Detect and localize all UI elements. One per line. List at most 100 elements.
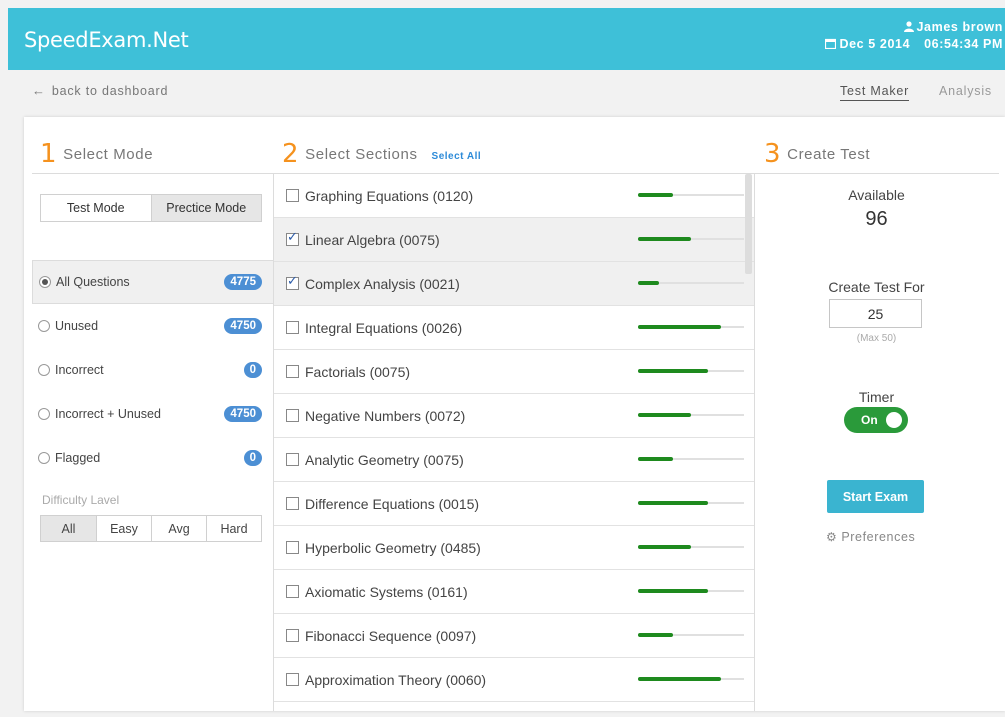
section-row[interactable]: Graphing Equations (0120) bbox=[274, 174, 754, 218]
question-filter-incorrect[interactable]: Incorrect 0 bbox=[32, 348, 274, 392]
timer-state: On bbox=[861, 413, 878, 427]
create-test-heading: 3 Create Test bbox=[764, 139, 870, 169]
section-row[interactable]: Factorials (0075) bbox=[274, 350, 754, 394]
radio-button[interactable] bbox=[39, 276, 51, 288]
radio-button[interactable] bbox=[38, 408, 50, 420]
select-sections-heading: 2 Select Sections Select All bbox=[282, 139, 481, 169]
test-builder-card: 1 Select Mode Test Mode Prectice Mode All… bbox=[24, 117, 1005, 711]
gear-icon: ⚙ bbox=[826, 530, 838, 544]
section-checkbox[interactable] bbox=[286, 585, 299, 598]
preferences-label: Preferences bbox=[841, 530, 916, 544]
create-test-title: Create Test bbox=[787, 146, 871, 163]
preferences-link[interactable]: ⚙ Preferences bbox=[826, 530, 915, 544]
brand-logo[interactable]: SpeedExam.Net bbox=[24, 28, 189, 52]
practice-mode-button[interactable]: Prectice Mode bbox=[150, 195, 261, 221]
select-mode-column: 1 Select Mode Test Mode Prectice Mode All… bbox=[24, 117, 274, 711]
section-checkbox[interactable] bbox=[286, 409, 299, 422]
max-note: (Max 50) bbox=[856, 333, 897, 344]
count-badge: 4750 bbox=[224, 406, 262, 422]
user-icon bbox=[903, 21, 914, 32]
section-checkbox[interactable] bbox=[286, 189, 299, 202]
section-checkbox[interactable] bbox=[286, 497, 299, 510]
progress-fill bbox=[638, 677, 721, 681]
timer-label: Timer bbox=[858, 389, 895, 405]
section-row[interactable]: Complex Analysis (0021) bbox=[274, 262, 754, 306]
progress-fill bbox=[638, 281, 659, 285]
progress-fill bbox=[638, 193, 673, 197]
select-sections-title: Select Sections bbox=[305, 146, 418, 163]
section-row[interactable]: Hyperbolic Geometry (0485) bbox=[274, 526, 754, 570]
create-test-column: 3 Create Test Available 96 Create Test Fo… bbox=[754, 117, 999, 711]
select-mode-heading: 1 Select Mode bbox=[40, 139, 153, 169]
question-filter-all[interactable]: All Questions 4775 bbox=[32, 260, 274, 304]
progress-track bbox=[638, 589, 744, 593]
step-number: 2 bbox=[282, 139, 300, 169]
progress-track bbox=[638, 633, 744, 637]
datetime-line: Dec 5 2014 06:54:34 PM bbox=[825, 36, 1003, 53]
progress-fill bbox=[638, 369, 708, 373]
section-row[interactable]: Analytic Geometry (0075) bbox=[274, 438, 754, 482]
section-row[interactable]: Approximation Theory (0060) bbox=[274, 658, 754, 702]
progress-fill bbox=[638, 501, 708, 505]
progress-track bbox=[638, 413, 744, 417]
radio-button[interactable] bbox=[38, 452, 50, 464]
section-row[interactable]: Difference Equations (0015) bbox=[274, 482, 754, 526]
section-checkbox[interactable] bbox=[286, 274, 299, 290]
difficulty-easy-button[interactable]: Easy bbox=[96, 516, 151, 541]
available-label: Available bbox=[848, 187, 905, 203]
progress-fill bbox=[638, 325, 721, 329]
section-checkbox[interactable] bbox=[286, 541, 299, 554]
progress-track bbox=[638, 369, 744, 373]
mode-toggle: Test Mode Prectice Mode bbox=[40, 194, 262, 222]
difficulty-selector: All Easy Avg Hard bbox=[40, 515, 262, 542]
progress-track bbox=[638, 545, 744, 549]
current-time: 06:54:34 PM bbox=[924, 37, 1003, 51]
section-row[interactable]: Negative Numbers (0072) bbox=[274, 394, 754, 438]
count-badge: 0 bbox=[243, 450, 262, 466]
section-row[interactable]: Linear Algebra (0075) bbox=[274, 218, 754, 262]
progress-track bbox=[638, 457, 744, 461]
filter-label: Incorrect + Unused bbox=[55, 407, 161, 421]
divider bbox=[32, 173, 274, 174]
section-list: Graphing Equations (0120)Linear Algebra … bbox=[274, 174, 754, 711]
section-row[interactable]: Integral Equations (0026) bbox=[274, 306, 754, 350]
difficulty-avg-button[interactable]: Avg bbox=[151, 516, 206, 541]
start-exam-button[interactable]: Start Exam bbox=[827, 480, 924, 513]
section-checkbox[interactable] bbox=[286, 230, 299, 246]
select-all-link[interactable]: Select All bbox=[432, 151, 482, 162]
toggle-knob bbox=[886, 412, 902, 428]
difficulty-all-button[interactable]: All bbox=[41, 516, 96, 541]
progress-fill bbox=[638, 589, 708, 593]
question-count-input[interactable] bbox=[829, 299, 922, 328]
difficulty-hard-button[interactable]: Hard bbox=[206, 516, 261, 541]
list-scrollbar[interactable] bbox=[745, 174, 752, 274]
section-row[interactable]: Axiomatic Systems (0161) bbox=[274, 570, 754, 614]
radio-button[interactable] bbox=[38, 320, 50, 332]
section-checkbox[interactable] bbox=[286, 365, 299, 378]
progress-track bbox=[638, 325, 744, 329]
filter-label: Incorrect bbox=[55, 363, 104, 377]
section-checkbox[interactable] bbox=[286, 321, 299, 334]
timer-toggle[interactable]: On bbox=[844, 407, 908, 433]
section-checkbox[interactable] bbox=[286, 453, 299, 466]
select-mode-title: Select Mode bbox=[63, 146, 154, 163]
user-info: James brown Dec 5 2014 06:54:34 PM bbox=[825, 19, 1003, 53]
progress-fill bbox=[638, 413, 691, 417]
question-filter-flagged[interactable]: Flagged 0 bbox=[32, 436, 274, 480]
user-name: James brown bbox=[916, 20, 1003, 34]
progress-fill bbox=[638, 457, 673, 461]
back-to-dashboard-link[interactable]: ← back to dashboard bbox=[32, 83, 168, 98]
progress-fill bbox=[638, 545, 691, 549]
nav-analysis[interactable]: Analysis bbox=[939, 84, 992, 98]
progress-fill bbox=[638, 633, 673, 637]
user-name-line[interactable]: James brown bbox=[825, 19, 1003, 36]
question-filter-incorrect-unused[interactable]: Incorrect + Unused 4750 bbox=[32, 392, 274, 436]
radio-button[interactable] bbox=[38, 364, 50, 376]
question-filter-unused[interactable]: Unused 4750 bbox=[32, 304, 274, 348]
nav-test-maker[interactable]: Test Maker bbox=[840, 84, 910, 101]
count-badge: 4750 bbox=[224, 318, 262, 334]
section-checkbox[interactable] bbox=[286, 673, 299, 686]
section-row[interactable]: Fibonacci Sequence (0097) bbox=[274, 614, 754, 658]
test-mode-button[interactable]: Test Mode bbox=[41, 195, 151, 221]
section-checkbox[interactable] bbox=[286, 629, 299, 642]
